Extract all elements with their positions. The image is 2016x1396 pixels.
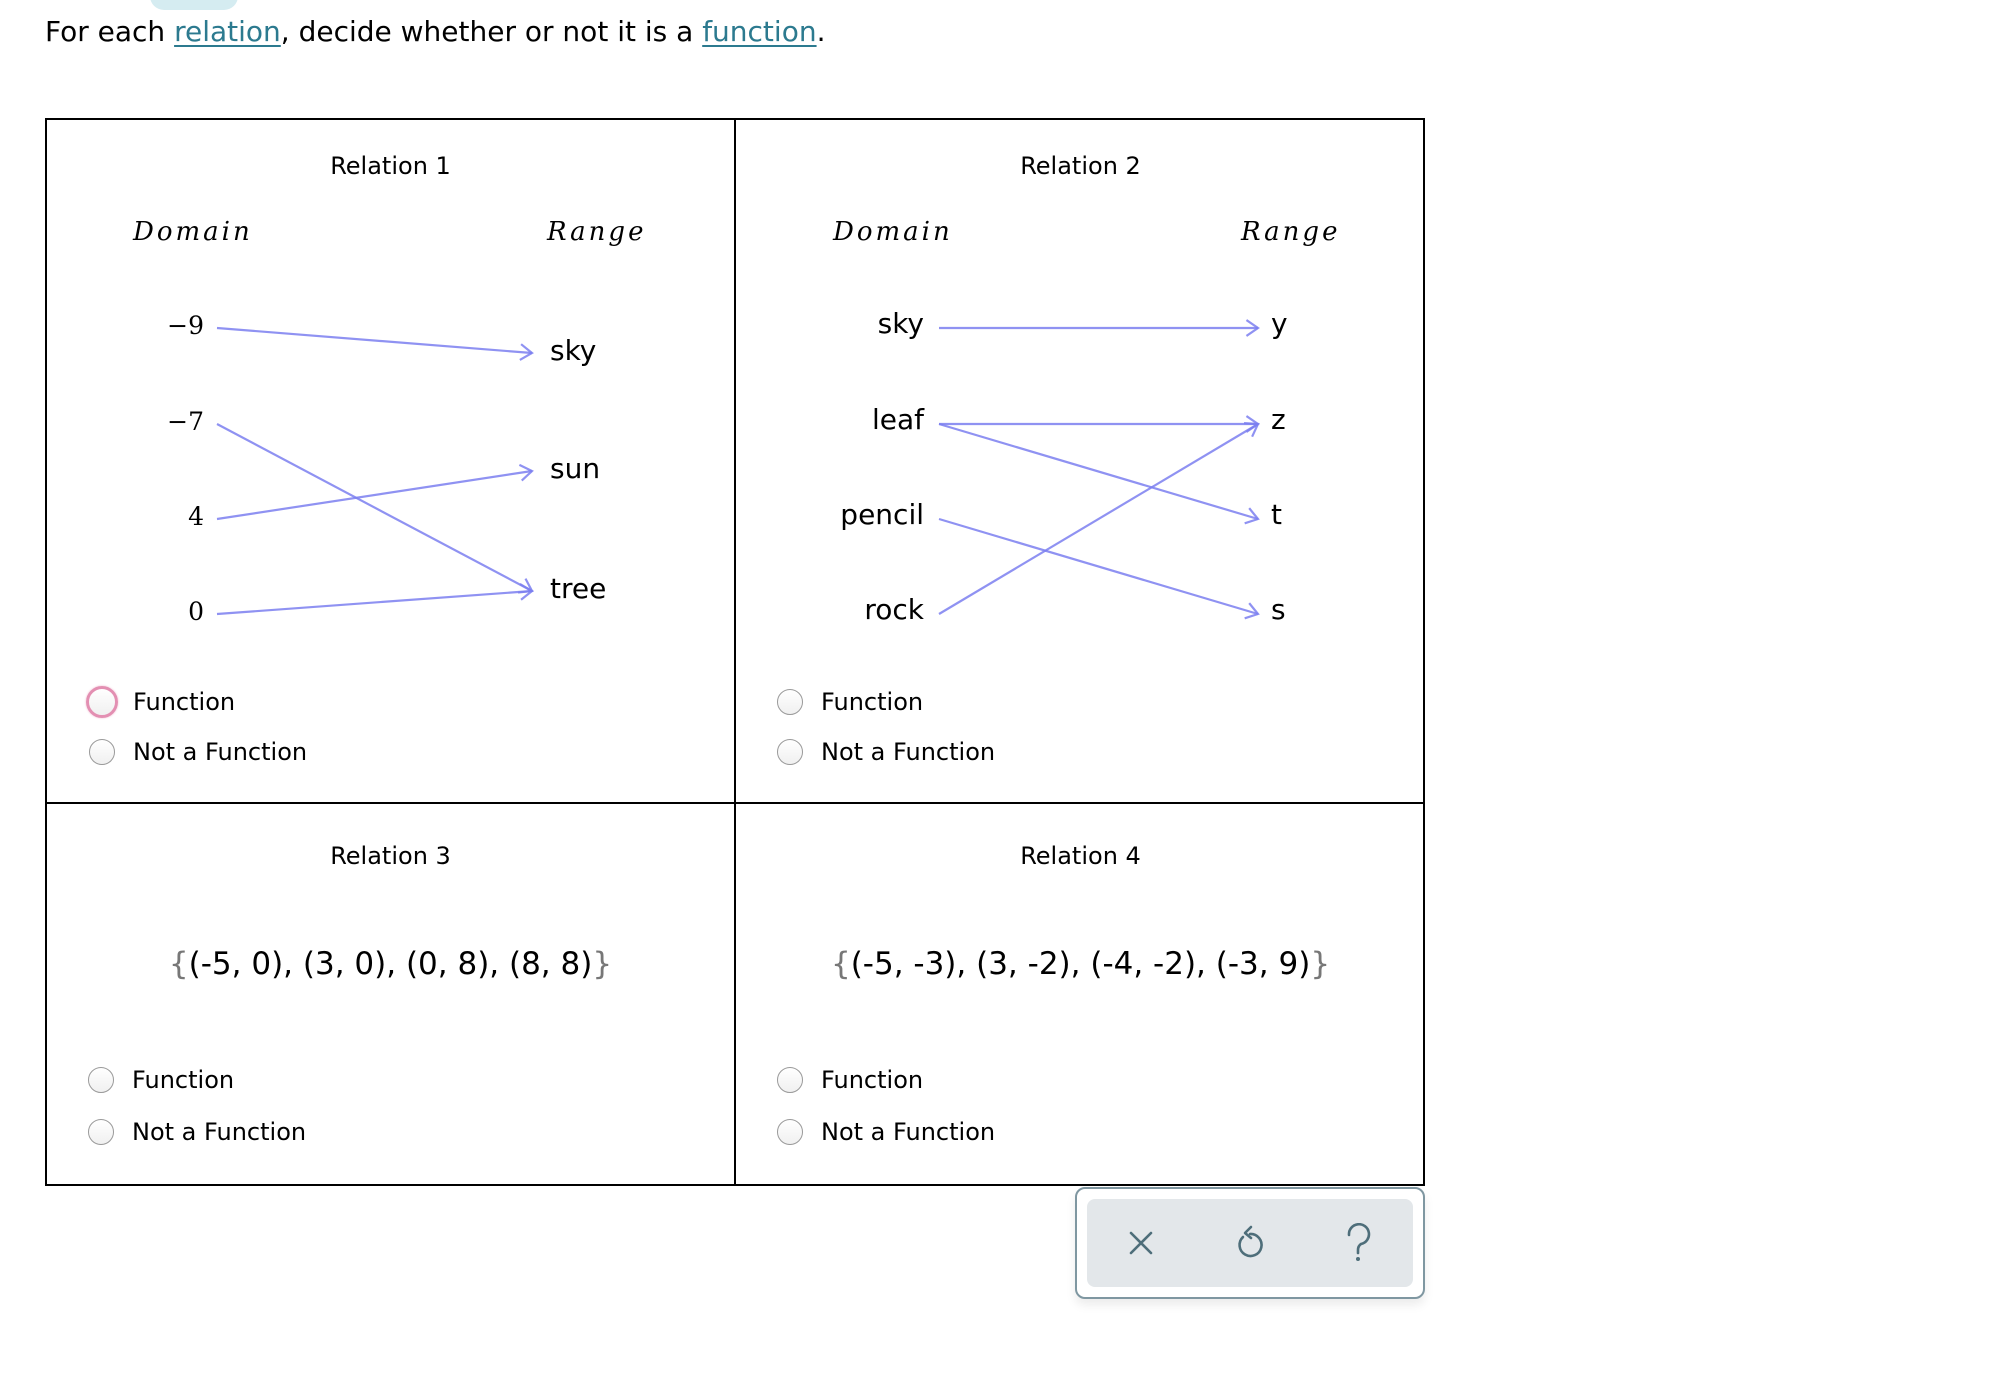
- help-icon: [1347, 1223, 1370, 1261]
- brace: }: [1310, 946, 1331, 982]
- radio-button[interactable]: [777, 739, 803, 765]
- option-function[interactable]: Function: [86, 686, 236, 718]
- undo-button[interactable]: [1220, 1213, 1280, 1273]
- prompt-text: , decide whether or not it is a: [280, 15, 703, 48]
- option-function[interactable]: Function: [777, 688, 923, 716]
- brace: {: [168, 946, 189, 982]
- close-icon: [1130, 1231, 1153, 1255]
- option-not-function[interactable]: Not a Function: [89, 738, 307, 766]
- radio-button[interactable]: [89, 739, 115, 765]
- relation-2-cell: Relation 2 Domain Range sky leaf pencil …: [736, 120, 1425, 802]
- option-label: Function: [133, 688, 236, 716]
- prompt-text: .: [816, 15, 826, 48]
- option-label: Not a Function: [132, 1118, 307, 1146]
- option-label: Function: [132, 1066, 235, 1094]
- mapping-line: [938, 517, 1259, 616]
- option-not-function[interactable]: Not a Function: [88, 1118, 306, 1146]
- option-label: Not a Function: [133, 738, 308, 766]
- radio-button[interactable]: [86, 686, 118, 718]
- undo-icon: [1238, 1225, 1263, 1258]
- relation-4-cell: Relation 4 {(-5, -3), (3, -2), (-4, -2),…: [736, 804, 1425, 1186]
- mapping-line: [938, 423, 1259, 615]
- mapping-line: [216, 423, 533, 592]
- radio-button[interactable]: [88, 1119, 114, 1145]
- relation-title: Relation 3: [330, 842, 451, 870]
- brace: }: [592, 946, 613, 982]
- prompt-text: For each: [45, 15, 175, 48]
- set-pairs: (-5, -3), (3, -2), (-4, -2), (-3, 9): [850, 946, 1311, 982]
- option-not-function[interactable]: Not a Function: [777, 738, 995, 766]
- set-pairs: (-5, 0), (3, 0), (0, 8), (8, 8): [188, 946, 593, 982]
- option-not-function[interactable]: Not a Function: [777, 1118, 995, 1146]
- clear-button[interactable]: [1111, 1213, 1171, 1273]
- option-label: Function: [821, 688, 924, 716]
- option-function[interactable]: Function: [88, 1066, 234, 1094]
- radio-button[interactable]: [777, 1067, 803, 1093]
- relations-grid: Relation 1 Domain Range −9 −7 4 0 sky su…: [45, 118, 1425, 1186]
- relation-set: {(-5, 0), (3, 0), (0, 8), (8, 8)}: [47, 946, 734, 982]
- function-link[interactable]: function: [702, 15, 816, 48]
- toolbar-inner: [1087, 1199, 1413, 1287]
- brace: {: [830, 946, 851, 982]
- relation-link[interactable]: relation: [174, 15, 281, 48]
- radio-button[interactable]: [88, 1067, 114, 1093]
- mapping-line: [216, 469, 533, 521]
- relation-3-cell: Relation 3 {(-5, 0), (3, 0), (0, 8), (8,…: [47, 804, 734, 1186]
- option-label: Function: [821, 1066, 924, 1094]
- mapping-line: [938, 422, 1259, 521]
- radio-button[interactable]: [777, 1119, 803, 1145]
- question-prompt: For each relation, decide whether or not…: [45, 14, 825, 50]
- mapping-line: [216, 589, 533, 616]
- radio-button[interactable]: [777, 689, 803, 715]
- relation-1-cell: Relation 1 Domain Range −9 −7 4 0 sky su…: [47, 120, 734, 802]
- option-label: Not a Function: [821, 1118, 996, 1146]
- option-function[interactable]: Function: [777, 1066, 923, 1094]
- help-button[interactable]: [1329, 1213, 1389, 1273]
- relation-title: Relation 4: [1020, 842, 1141, 870]
- mapping-line: [216, 326, 533, 355]
- option-label: Not a Function: [821, 738, 996, 766]
- answer-toolbar: [1075, 1187, 1425, 1299]
- relation-set: {(-5, -3), (3, -2), (-4, -2), (-3, 9)}: [736, 946, 1425, 982]
- tab-stub: [150, 0, 238, 10]
